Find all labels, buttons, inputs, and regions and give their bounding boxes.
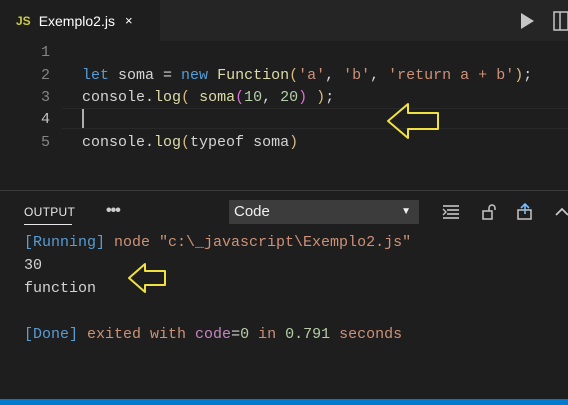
line-number-active: 4	[40, 111, 50, 128]
active-tab-underline	[24, 224, 72, 225]
code-token: log	[154, 134, 182, 151]
clear-output-icon[interactable]	[442, 203, 460, 221]
output-token: 0	[240, 326, 250, 343]
code-token: Function	[217, 67, 290, 84]
status-bar	[0, 399, 568, 405]
code-token: (	[181, 134, 191, 151]
code-token: console.	[82, 134, 155, 151]
code-token: ,	[262, 89, 281, 106]
code-token: typeof	[190, 134, 245, 151]
tab-bar: JS Exemplo2.js ×	[0, 0, 568, 41]
output-token: node	[105, 234, 160, 251]
code-token: soma	[244, 134, 290, 151]
code-token: (	[289, 67, 299, 84]
code-token: 'a'	[298, 67, 326, 84]
output-token: [Done]	[24, 326, 79, 343]
code-token: )	[289, 134, 299, 151]
output-line: function	[24, 280, 97, 297]
code-token: log	[154, 89, 182, 106]
chevron-up-icon[interactable]	[552, 203, 568, 221]
code-token: soma	[199, 89, 236, 106]
output-token: code	[195, 326, 232, 343]
line-number: 5	[40, 134, 50, 151]
output-channel-select[interactable]: Code ▼	[229, 200, 419, 224]
code-line: console.log(typeof soma)	[82, 131, 298, 154]
split-editor-icon[interactable]	[552, 10, 568, 32]
panel-tab-output[interactable]: OUTPUT	[24, 205, 75, 219]
code-token: )	[514, 67, 524, 84]
tab-exemplo2[interactable]: JS Exemplo2.js ×	[0, 0, 160, 41]
output-token: exited with	[78, 326, 196, 343]
code-token: ,	[325, 67, 344, 84]
code-token: (	[181, 89, 191, 106]
output-token: [Running]	[24, 234, 106, 251]
code-token: 'b'	[343, 67, 371, 84]
line-number: 3	[40, 89, 50, 106]
code-token: ;	[325, 89, 335, 106]
code-editor[interactable]: 1 2 3 4 5 let soma = new Function('a', '…	[0, 41, 568, 190]
chevron-down-icon: ▼	[401, 206, 411, 217]
output-panel: OUTPUT ••• Code ▼ [Running] node "c:\_ja…	[0, 191, 568, 399]
current-line-highlight	[62, 108, 568, 129]
text-cursor	[82, 109, 84, 128]
code-line: let soma = new Function('a', 'b', 'retur…	[82, 64, 532, 87]
output-token: in	[249, 326, 286, 343]
output-token: 0.791	[285, 326, 331, 343]
select-value: Code	[234, 203, 270, 220]
run-icon[interactable]	[518, 12, 536, 30]
arrow-left-icon	[387, 103, 439, 139]
lock-icon[interactable]	[480, 203, 498, 221]
code-token: 'return a + b'	[388, 67, 515, 84]
output-token: seconds	[330, 326, 403, 343]
code-token: =	[163, 67, 182, 84]
line-number: 1	[40, 44, 50, 61]
javascript-file-icon: JS	[16, 13, 31, 28]
output-line: 30	[24, 257, 43, 274]
close-icon[interactable]: ×	[125, 13, 133, 28]
code-token: )	[316, 89, 326, 106]
code-token: 10	[244, 89, 263, 106]
code-token: ;	[523, 67, 533, 84]
open-in-editor-icon[interactable]	[516, 203, 534, 221]
code-token: (	[235, 89, 245, 106]
line-number: 2	[40, 67, 50, 84]
arrow-left-icon	[128, 263, 166, 293]
code-token: let	[82, 67, 110, 84]
code-token: new	[181, 67, 209, 84]
output-line: [Done] exited with code=0 in 0.791 secon…	[24, 323, 402, 346]
code-token: ,	[370, 67, 389, 84]
more-actions-icon[interactable]: •••	[106, 202, 121, 220]
output-token: "c:\_javascript\Exemplo2.js"	[159, 234, 412, 251]
output-token: =	[231, 326, 241, 343]
code-token: )	[298, 89, 308, 106]
output-line: [Running] node "c:\_javascript\Exemplo2.…	[24, 231, 411, 254]
code-token: 20	[280, 89, 299, 106]
code-token: console.	[82, 89, 155, 106]
code-line: console.log( soma(10, 20) );	[82, 86, 334, 109]
code-token: soma	[109, 67, 164, 84]
tab-filename: Exemplo2.js	[38, 12, 115, 29]
